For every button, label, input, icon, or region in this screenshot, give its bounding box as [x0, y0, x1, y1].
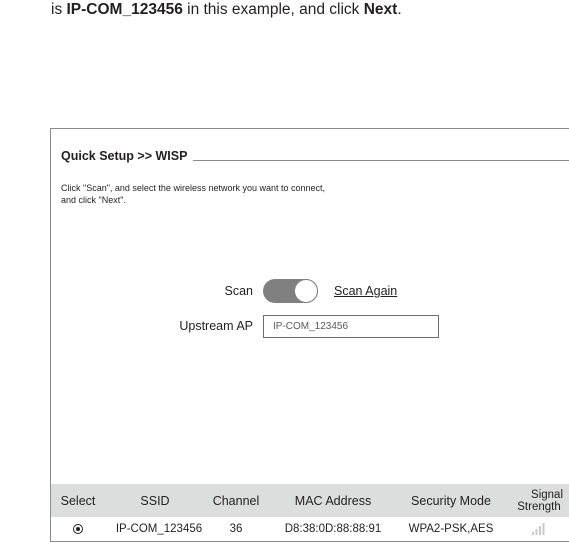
column-header-mac: MAC Address [294, 493, 372, 508]
toggle-knob [294, 279, 318, 303]
network-select-radio[interactable] [73, 524, 83, 534]
signal-cell [509, 517, 569, 541]
signal-strength-icon [532, 523, 545, 535]
channel-cell: 36 [229, 523, 243, 535]
panel-header: Quick Setup >> WISP [61, 147, 569, 163]
column-header-channel: Channel [212, 493, 260, 508]
table-row[interactable]: IP-COM_123456 36 D8:38:0D:88:88:91 WPA2-… [51, 517, 569, 541]
signal-header-line-1: Signal [531, 488, 563, 501]
scan-again-link[interactable]: Scan Again [334, 284, 397, 298]
column-header-ssid: SSID [140, 493, 170, 508]
select-cell [51, 517, 105, 541]
header-divider [193, 160, 569, 161]
security-cell: WPA2-PSK,AES [408, 523, 494, 535]
signal-header-line-2: Strength [517, 500, 561, 513]
mac-cell: D8:38:0D:88:88:91 [284, 523, 382, 535]
instruction-ssid: IP-COM_123456 [66, 1, 183, 18]
instruction-suffix: . [397, 1, 402, 18]
column-header-security: Security Mode [411, 493, 491, 508]
panel-title: Quick Setup >> WISP [61, 149, 188, 163]
network-table-header: Select SSID Channel MAC Address Security… [51, 484, 569, 517]
scan-toggle[interactable] [263, 279, 318, 303]
instruction-next: Next [363, 1, 398, 18]
description-line-2: and click "Next". [61, 195, 126, 205]
upstream-ap-input[interactable] [263, 315, 439, 338]
scan-label: Scan [224, 284, 254, 298]
column-header-signal: Signal Strength [509, 484, 569, 517]
ssid-cell: IP-COM_123456 [115, 523, 203, 535]
panel-description: Click "Scan", and select the wireless ne… [61, 182, 421, 206]
upstream-ap-label: Upstream AP [179, 319, 253, 333]
radio-selected-dot [76, 527, 80, 531]
description-line-1: Click "Scan", and select the wireless ne… [61, 183, 326, 193]
column-header-select: Select [60, 493, 96, 508]
wisp-setup-panel: Quick Setup >> WISP Click "Scan", and se… [50, 128, 569, 542]
instruction-text: is IP-COM_123456 in this example, and cl… [51, 0, 569, 20]
instruction-prefix: is [51, 1, 67, 18]
instruction-middle: in this example, and click [182, 1, 364, 18]
